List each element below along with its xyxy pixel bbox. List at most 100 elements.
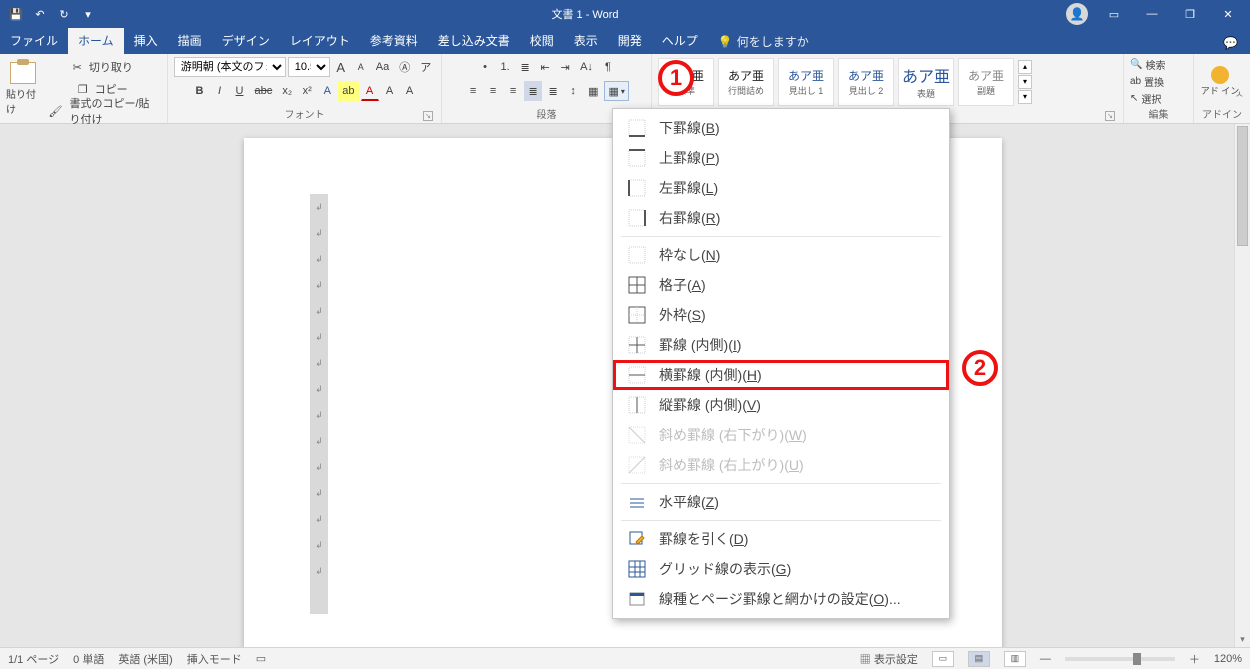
styles-dialog-launcher[interactable]: ↘ [1105,111,1115,121]
share-icon[interactable]: 💬 [1211,32,1250,54]
menu-outside-borders[interactable]: 外枠(S) [613,300,949,330]
borders-button[interactable]: ▦▾ [604,81,628,101]
ribbon-display-options-icon[interactable]: ▭ [1102,2,1126,26]
zoom-slider-thumb[interactable] [1133,653,1141,665]
justify-button[interactable]: ≣ [524,81,542,101]
bold-button[interactable]: B [191,81,209,101]
tab-developer[interactable]: 開発 [608,28,652,54]
tab-insert[interactable]: 挿入 [124,28,168,54]
tab-references[interactable]: 参考資料 [360,28,428,54]
select-button[interactable]: ↖選択 [1130,91,1165,106]
status-language[interactable]: 英語 (米国) [118,651,172,667]
redo-icon[interactable]: ↻ [54,4,74,24]
style-title[interactable]: あア亜表題 [898,58,954,106]
status-word-count[interactable]: 0 単語 [73,651,104,667]
status-page[interactable]: 1/1 ページ [8,651,59,667]
numbering-button[interactable]: 1. [496,57,514,77]
menu-left-border[interactable]: 左罫線(L) [613,173,949,203]
subscript-button[interactable]: x₂ [278,81,296,101]
vertical-scrollbar[interactable]: ▴ ▾ [1234,124,1250,647]
show-marks-button[interactable]: ¶ [599,57,617,77]
align-left-button[interactable]: ≡ [464,81,482,101]
font-name-select[interactable]: 游明朝 (本文のフォン [174,57,286,77]
collapse-ribbon-icon[interactable]: ㅅ [1235,86,1244,101]
replace-button[interactable]: ab置換 [1130,74,1165,89]
scroll-down-icon[interactable]: ▾ [1235,631,1250,647]
menu-inside-horizontal-border[interactable]: 横罫線 (内側)(H) [613,360,949,390]
distributed-button[interactable]: ≣ [544,81,562,101]
increase-indent-button[interactable]: ⇥ [556,57,574,77]
menu-inside-vertical-border[interactable]: 縦罫線 (内側)(V) [613,390,949,420]
styles-expand[interactable]: ▾ [1018,90,1032,104]
underline-button[interactable]: U [231,81,249,101]
zoom-level[interactable]: 120% [1214,653,1242,665]
menu-bottom-border[interactable]: 下罫線(B) [613,113,949,143]
display-settings-button[interactable]: ▦ 表示設定 [860,651,918,667]
undo-icon[interactable]: ↶ [30,4,50,24]
style-nospacing[interactable]: あア亜行間詰め [718,58,774,106]
tab-draw[interactable]: 描画 [168,28,212,54]
shrink-font-button[interactable]: A [352,57,370,77]
italic-button[interactable]: I [211,81,229,101]
menu-all-borders[interactable]: 格子(A) [613,270,949,300]
font-dialog-launcher[interactable]: ↘ [423,111,433,121]
view-read-mode[interactable]: ▭ [932,651,954,667]
highlight-button[interactable]: ab [338,81,358,101]
qat-more-icon[interactable]: ▾ [78,4,98,24]
line-spacing-button[interactable]: ↕ [564,81,582,101]
zoom-in-button[interactable]: ＋ [1189,651,1200,667]
style-heading2[interactable]: あア亜見出し 2 [838,58,894,106]
menu-top-border[interactable]: 上罫線(P) [613,143,949,173]
view-web-layout[interactable]: ▥ [1004,651,1026,667]
zoom-out-button[interactable]: — [1040,653,1051,665]
tab-help[interactable]: ヘルプ [652,28,708,54]
align-center-button[interactable]: ≡ [484,81,502,101]
menu-draw-table[interactable]: 罫線を引く(D) [613,524,949,554]
tell-me-search[interactable]: 💡 何をしますか [708,29,819,54]
enclose-char-button[interactable]: A [381,81,399,101]
zoom-slider[interactable] [1065,657,1175,661]
scrollbar-thumb[interactable] [1237,126,1248,246]
strikethrough-button[interactable]: abc [251,81,277,101]
menu-view-gridlines[interactable]: グリッド線の表示(G) [613,554,949,584]
clear-format-button[interactable]: Ⓐ [395,57,414,77]
char-border-button[interactable]: A [401,81,419,101]
decrease-indent-button[interactable]: ⇤ [536,57,554,77]
shading-button[interactable]: ▦ [584,81,602,101]
style-heading1[interactable]: あア亜見出し 1 [778,58,834,106]
save-icon[interactable]: 💾 [6,4,26,24]
bullets-button[interactable]: • [476,57,494,77]
status-insert-mode[interactable]: 挿入モード [187,651,242,667]
restore-icon[interactable]: ❐ [1178,2,1202,26]
tab-review[interactable]: 校閲 [520,28,564,54]
tab-mailings[interactable]: 差し込み文書 [428,28,520,54]
multilevel-list-button[interactable]: ≣ [516,57,534,77]
menu-horizontal-line[interactable]: 水平線(Z) [613,487,949,517]
close-icon[interactable]: ✕ [1216,2,1240,26]
font-size-select[interactable]: 10.5 [288,57,330,77]
tab-layout[interactable]: レイアウト [280,28,360,54]
find-button[interactable]: 🔍検索 [1130,57,1165,72]
menu-inside-borders[interactable]: 罫線 (内側)(I) [613,330,949,360]
tab-view[interactable]: 表示 [564,28,608,54]
menu-borders-and-shading-dialog[interactable]: 線種とページ罫線と網かけの設定(O)... [613,584,949,614]
account-icon[interactable]: 👤 [1066,3,1088,25]
font-color-button[interactable]: A [361,81,379,101]
style-subtitle[interactable]: あア亜副題 [958,58,1014,106]
status-macro-icon[interactable]: ▭ [256,652,266,665]
tab-home[interactable]: ホーム [68,28,124,54]
menu-no-border[interactable]: 枠なし(N) [613,240,949,270]
view-print-layout[interactable]: ▤ [968,651,990,667]
phonetic-guide-button[interactable]: ア [416,57,435,77]
format-painter-button[interactable]: 🖌 書式のコピー/貼り付け [44,101,161,121]
change-case-button[interactable]: Aa [372,57,393,77]
tab-file[interactable]: ファイル [0,28,68,54]
tab-design[interactable]: デザイン [212,28,280,54]
align-right-button[interactable]: ≡ [504,81,522,101]
minimize-icon[interactable]: — [1140,2,1164,26]
grow-font-button[interactable]: A [332,57,350,77]
styles-scroll-down[interactable]: ▾ [1018,75,1032,89]
menu-right-border[interactable]: 右罫線(R) [613,203,949,233]
paste-button[interactable]: 貼り付け [6,62,40,116]
cut-button[interactable]: ✂ 切り取り [44,57,161,77]
